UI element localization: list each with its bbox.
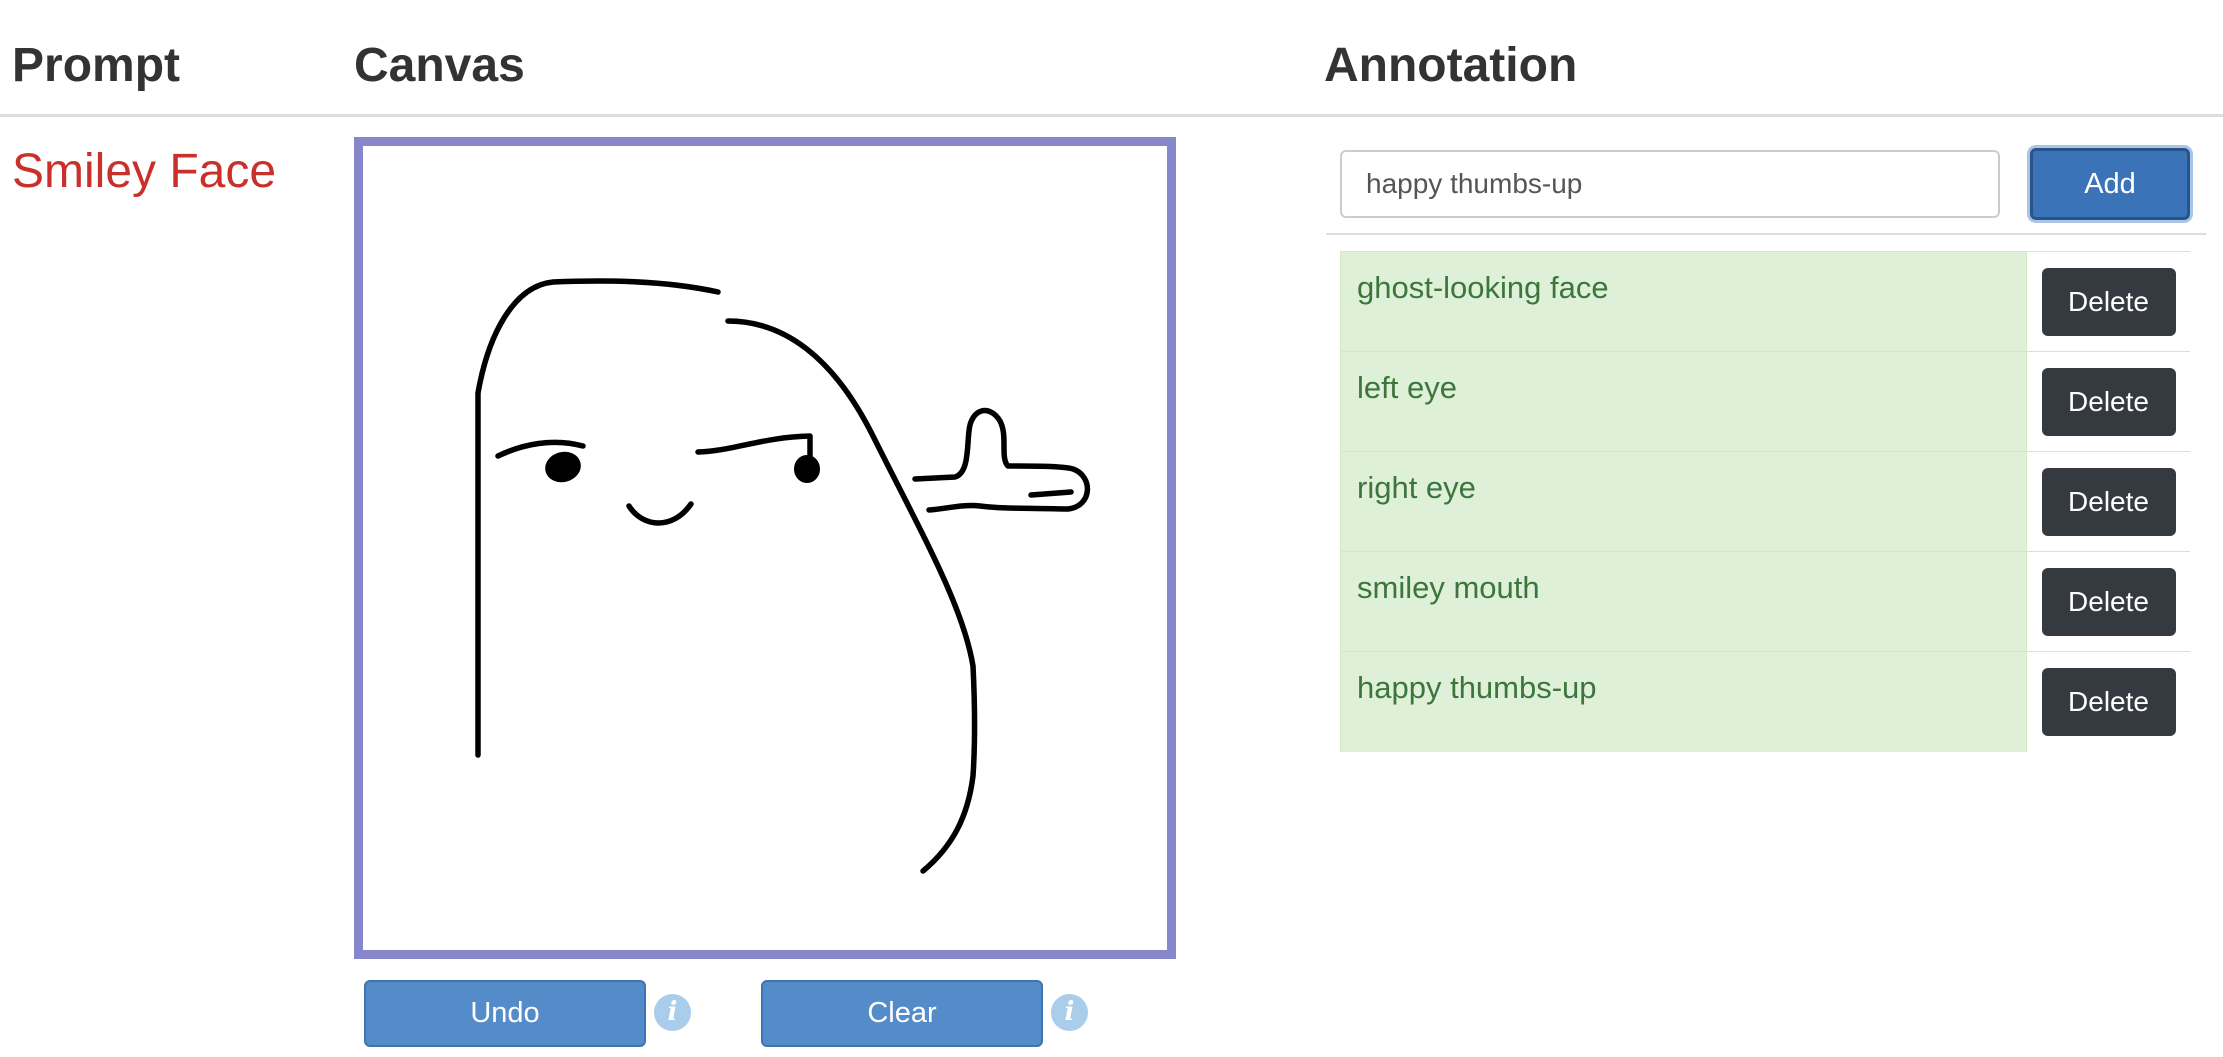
annotation-action-cell: Delete [2026,351,2190,452]
annotation-list: ghost-looking face Delete left eye Delet… [1340,251,2190,752]
annotation-action-cell: Delete [2026,651,2190,752]
annotation-label-cell: right eye [1340,451,2027,552]
annotation-row: happy thumbs-up Delete [1340,651,2190,752]
thumb-crease-stroke [1028,489,1074,498]
annotation-input[interactable] [1340,150,2000,218]
annotation-label: right eye [1357,470,1476,505]
delete-button[interactable]: Delete [2041,568,2176,636]
annotation-action-cell: Delete [2026,251,2190,352]
canvas-heading: Canvas [354,39,525,92]
undo-info-icon[interactable]: i [654,994,691,1031]
annotation-row: left eye Delete [1340,351,2190,452]
ghost-outline-right-stroke [725,318,978,874]
delete-button[interactable]: Delete [2041,668,2176,736]
prompt-heading: Prompt [12,39,180,92]
annotation-row: ghost-looking face Delete [1340,251,2190,352]
annotation-row: right eye Delete [1340,451,2190,552]
right-pupil [794,455,820,483]
mouth-stroke [626,501,694,526]
annotation-action-cell: Delete [2026,451,2190,552]
ghost-outline-left-stroke [475,278,721,758]
annotation-label-cell: left eye [1340,351,2027,452]
undo-button[interactable]: Undo [364,980,646,1047]
annotation-action-cell: Delete [2026,551,2190,652]
delete-button[interactable]: Delete [2041,468,2176,536]
delete-button[interactable]: Delete [2041,368,2176,436]
annotation-label-cell: ghost-looking face [1340,251,2027,352]
annotation-row: smiley mouth Delete [1340,551,2190,652]
annotation-label: happy thumbs-up [1357,670,1597,705]
annotation-label-cell: smiley mouth [1340,551,2027,652]
delete-button[interactable]: Delete [2041,268,2176,336]
annotation-label-cell: happy thumbs-up [1340,651,2027,752]
clear-button[interactable]: Clear [761,980,1043,1047]
right-eye-stroke [695,433,813,469]
clear-info-icon[interactable]: i [1051,994,1088,1031]
left-pupil [545,451,581,483]
annotation-label: left eye [1357,370,1457,405]
annotation-heading: Annotation [1324,39,1578,92]
annotation-divider [1326,233,2206,235]
drawing-annotation-page: Prompt Canvas Annotation Smiley Face Und… [0,0,2223,1057]
drawing-canvas[interactable] [354,137,1176,959]
annotation-label: smiley mouth [1357,570,1540,605]
annotation-label: ghost-looking face [1357,270,1609,305]
header-row: Prompt Canvas Annotation [0,0,2223,117]
add-button[interactable]: Add [2030,148,2190,220]
sketch-drawing [475,278,1091,874]
prompt-text: Smiley Face [12,145,277,198]
